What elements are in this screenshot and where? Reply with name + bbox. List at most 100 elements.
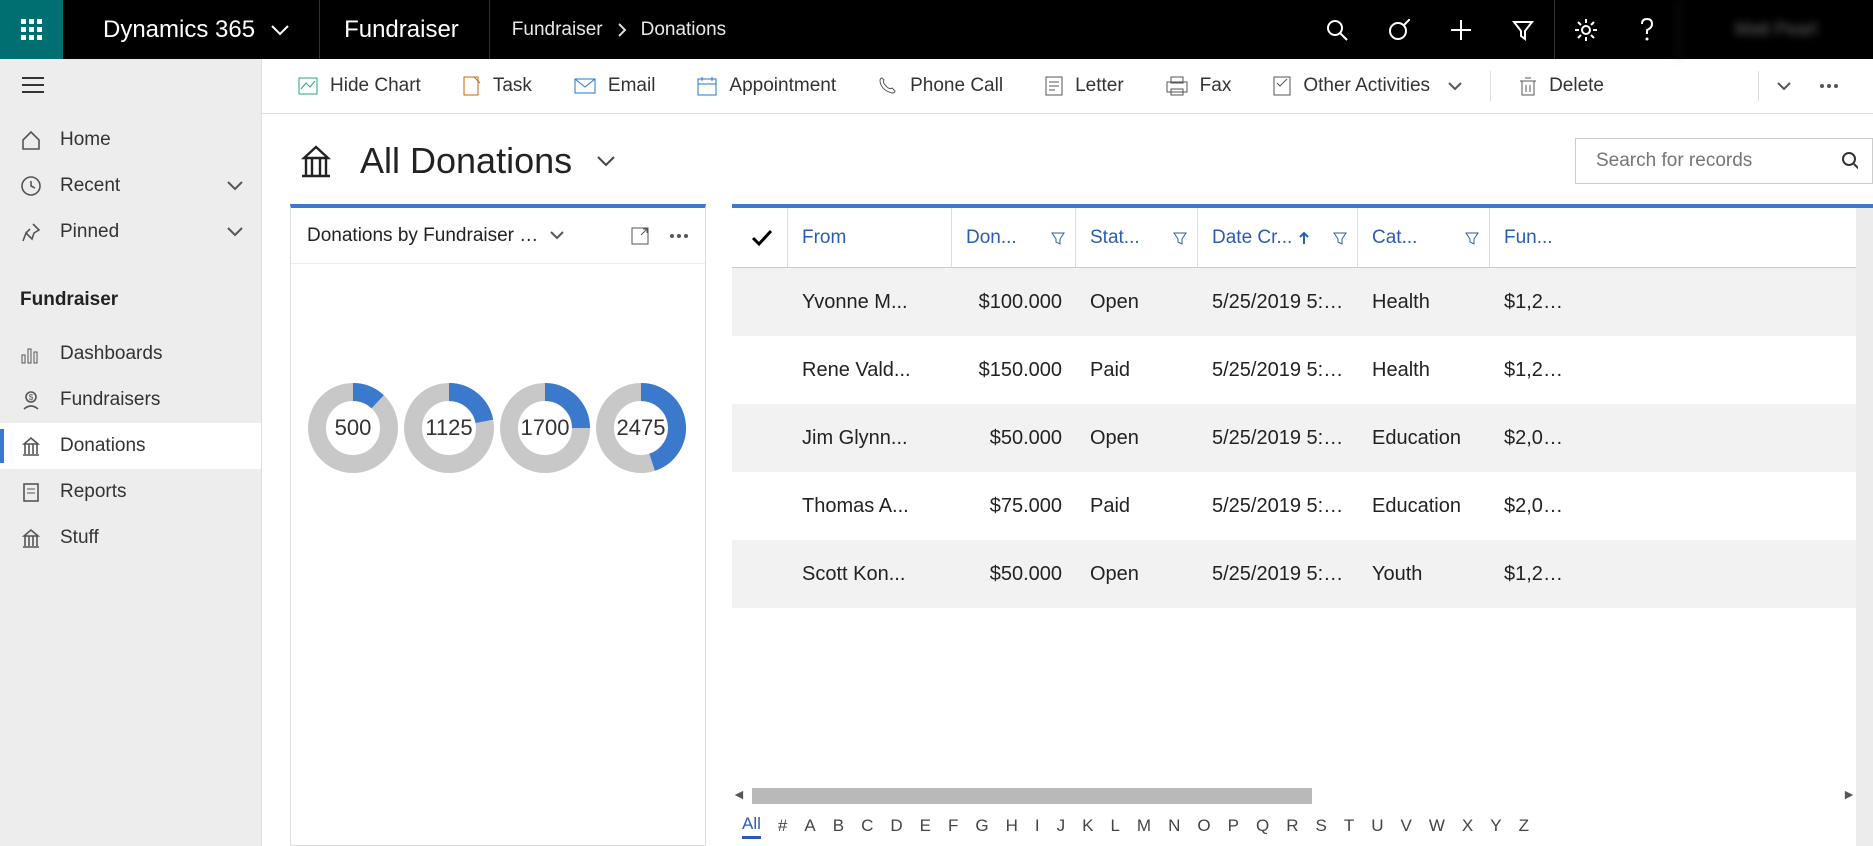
cmd-delete-split[interactable]: [1763, 67, 1805, 105]
col-date[interactable]: Date Cr...: [1198, 208, 1358, 267]
donut-chart[interactable]: 2475: [595, 382, 689, 476]
nav-stuff[interactable]: Stuff: [0, 515, 261, 561]
pin-icon: [20, 221, 42, 243]
alpha-i[interactable]: I: [1035, 816, 1040, 836]
alpha-u[interactable]: U: [1371, 816, 1383, 836]
letter-icon: [1045, 76, 1063, 96]
breadcrumb-leaf[interactable]: Donations: [641, 19, 727, 41]
nav-home[interactable]: Home: [0, 117, 261, 163]
filter-icon[interactable]: [1051, 231, 1065, 245]
cmd-letter[interactable]: Letter: [1027, 67, 1142, 105]
cmd-phone[interactable]: Phone Call: [860, 67, 1021, 105]
task-flow-button[interactable]: [1368, 0, 1430, 59]
cmd-delete[interactable]: Delete: [1501, 67, 1622, 105]
cmd-hide-chart[interactable]: Hide Chart: [280, 67, 439, 105]
alpha-s[interactable]: S: [1315, 816, 1326, 836]
donut-chart[interactable]: 500: [307, 382, 401, 476]
alpha-a[interactable]: A: [804, 816, 815, 836]
alpha-o[interactable]: O: [1197, 816, 1210, 836]
alpha-z[interactable]: Z: [1519, 816, 1529, 836]
alpha-l[interactable]: L: [1110, 816, 1119, 836]
chevron-down-icon[interactable]: [596, 155, 616, 167]
alpha-j[interactable]: J: [1057, 816, 1066, 836]
alpha-v[interactable]: V: [1400, 816, 1411, 836]
scroll-left-icon[interactable]: ◄: [732, 786, 746, 802]
scroll-thumb[interactable]: [752, 788, 1312, 804]
help-icon: [1640, 18, 1654, 42]
col-fundraiser[interactable]: Fun...: [1490, 208, 1578, 267]
alpha-m[interactable]: M: [1137, 816, 1151, 836]
task-icon: [463, 76, 481, 96]
help-button[interactable]: [1616, 0, 1678, 59]
search-button[interactable]: [1306, 0, 1368, 59]
alpha-q[interactable]: Q: [1256, 816, 1269, 836]
cmd-email[interactable]: Email: [556, 67, 674, 105]
search-input[interactable]: [1596, 150, 1841, 172]
advanced-find-button[interactable]: [1492, 0, 1554, 59]
nav-reports[interactable]: Reports: [0, 469, 261, 515]
donut-chart[interactable]: 1125: [403, 382, 497, 476]
alpha-g[interactable]: G: [975, 816, 988, 836]
alpha-d[interactable]: D: [890, 816, 902, 836]
col-from[interactable]: From: [788, 208, 952, 267]
table-row[interactable]: Thomas A...$75.000Paid5/25/2019 5:0...Ed…: [732, 472, 1856, 540]
nav-recent[interactable]: Recent: [0, 163, 261, 209]
chart-title[interactable]: Donations by Fundraiser (T...: [307, 225, 540, 247]
table-row[interactable]: Jim Glynn...$50.000Open5/25/2019 5:0...E…: [732, 404, 1856, 472]
nav-collapse-button[interactable]: [0, 59, 261, 111]
funnel-icon: [1512, 19, 1534, 41]
col-status[interactable]: Stat...: [1076, 208, 1198, 267]
table-row[interactable]: Scott Kon...$50.000Open5/25/2019 5:0...Y…: [732, 540, 1856, 608]
alpha-t[interactable]: T: [1344, 816, 1354, 836]
nav-dashboards[interactable]: Dashboards: [0, 331, 261, 377]
alpha-all[interactable]: All: [742, 814, 761, 839]
alpha-c[interactable]: C: [861, 816, 873, 836]
alpha-#[interactable]: #: [778, 816, 787, 836]
vertical-scrollbar[interactable]: [1856, 208, 1873, 846]
area-name[interactable]: Fundraiser: [320, 0, 490, 59]
alpha-e[interactable]: E: [920, 816, 931, 836]
nav-pinned[interactable]: Pinned: [0, 209, 261, 255]
alpha-y[interactable]: Y: [1490, 816, 1501, 836]
app-title[interactable]: Dynamics 365: [63, 0, 320, 59]
alpha-n[interactable]: N: [1168, 816, 1180, 836]
app-launcher-button[interactable]: [0, 0, 63, 59]
alpha-p[interactable]: P: [1228, 816, 1239, 836]
donut-chart[interactable]: 1700: [499, 382, 593, 476]
cmd-label: Appointment: [729, 75, 836, 97]
breadcrumb-root[interactable]: Fundraiser: [512, 19, 603, 41]
cmd-fax[interactable]: Fax: [1148, 67, 1250, 105]
col-donation[interactable]: Don...: [952, 208, 1076, 267]
search-records[interactable]: [1575, 138, 1873, 184]
expand-icon[interactable]: [631, 227, 649, 245]
scroll-right-icon[interactable]: ►: [1842, 786, 1856, 802]
table-row[interactable]: Rene Vald...$150.000Paid5/25/2019 5:0...…: [732, 336, 1856, 404]
alpha-r[interactable]: R: [1286, 816, 1298, 836]
cmd-task[interactable]: Task: [445, 67, 550, 105]
settings-button[interactable]: [1554, 0, 1616, 59]
table-row[interactable]: Yvonne M...$100.000Open5/25/2019 5:0...H…: [732, 268, 1856, 336]
more-icon[interactable]: [669, 233, 689, 239]
user-menu[interactable]: Matt Pearl: [1678, 0, 1873, 59]
horizontal-scrollbar[interactable]: ◄ ►: [732, 786, 1856, 806]
cmd-other-activities[interactable]: Other Activities: [1255, 67, 1480, 105]
select-all[interactable]: [732, 208, 788, 267]
cmd-overflow[interactable]: [1805, 67, 1853, 105]
alpha-b[interactable]: B: [833, 816, 844, 836]
cmd-appointment[interactable]: Appointment: [679, 67, 854, 105]
alpha-x[interactable]: X: [1462, 816, 1473, 836]
alpha-f[interactable]: F: [948, 816, 958, 836]
filter-icon[interactable]: [1173, 231, 1187, 245]
nav-fundraisers[interactable]: $ Fundraisers: [0, 377, 261, 423]
top-bar: Dynamics 365 Fundraiser Fundraiser Donat…: [0, 0, 1873, 59]
filter-icon[interactable]: [1333, 231, 1347, 245]
col-category[interactable]: Cat...: [1358, 208, 1490, 267]
view-title[interactable]: All Donations: [360, 140, 572, 182]
alpha-w[interactable]: W: [1429, 816, 1445, 836]
nav-donations[interactable]: Donations: [0, 423, 261, 469]
filter-icon[interactable]: [1465, 231, 1479, 245]
alpha-k[interactable]: K: [1082, 816, 1093, 836]
new-record-button[interactable]: [1430, 0, 1492, 59]
chevron-down-icon[interactable]: [550, 231, 564, 240]
alpha-h[interactable]: H: [1006, 816, 1018, 836]
